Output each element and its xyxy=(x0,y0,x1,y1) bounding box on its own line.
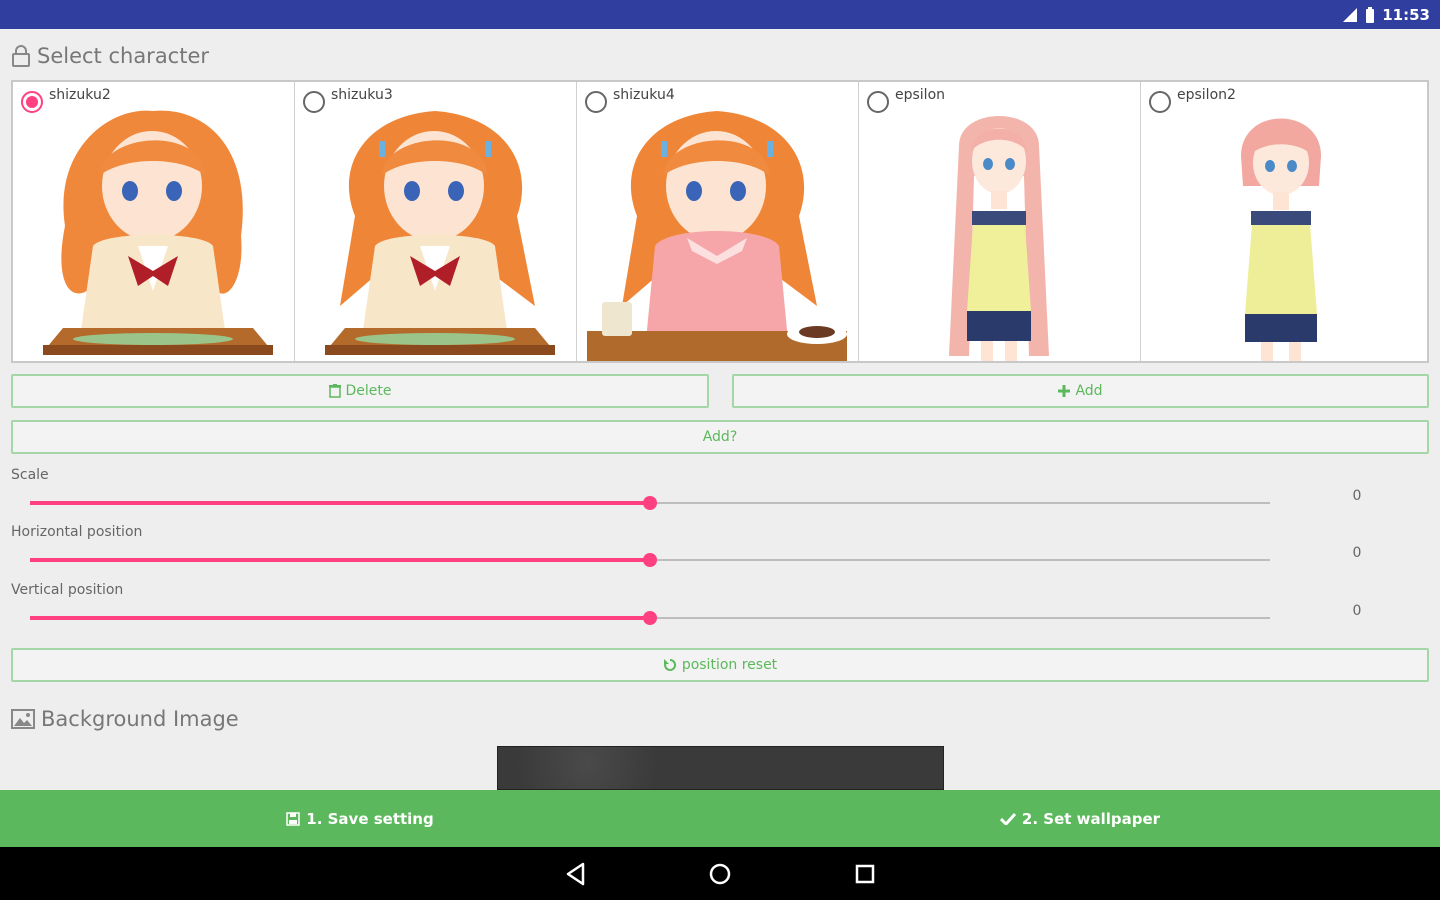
character-name: shizuku4 xyxy=(613,87,675,103)
reset-icon xyxy=(663,658,676,671)
character-epsilon-image xyxy=(949,116,1049,361)
add-help-label: Add? xyxy=(702,429,738,445)
character-name: shizuku2 xyxy=(49,87,111,103)
vertical-position-label: Vertical position xyxy=(11,582,124,598)
add-label: Add xyxy=(1075,383,1103,399)
back-icon[interactable] xyxy=(563,861,589,887)
slider-fill xyxy=(30,616,650,620)
character-shizuku4-image xyxy=(587,111,847,361)
add-help-button[interactable]: Add? xyxy=(11,420,1429,454)
position-reset-button[interactable]: position reset xyxy=(11,648,1429,682)
battery-icon xyxy=(1366,6,1375,23)
background-image-preview[interactable] xyxy=(497,746,944,790)
background-image-header: Background Image xyxy=(11,707,239,731)
slider-thumb[interactable] xyxy=(643,553,657,567)
trash-icon xyxy=(328,384,341,398)
status-time: 11:53 xyxy=(1382,6,1430,24)
slider-fill xyxy=(30,558,650,562)
recents-icon[interactable] xyxy=(852,861,878,887)
status-bar: 11:53 xyxy=(0,0,1440,29)
check-icon xyxy=(999,812,1016,825)
delete-label: Delete xyxy=(345,383,392,399)
slider-thumb[interactable] xyxy=(643,496,657,510)
scale-value: 0 xyxy=(1352,488,1362,504)
navigation-bar xyxy=(0,847,1440,900)
horizontal-position-value: 0 xyxy=(1352,545,1362,561)
vertical-position-slider[interactable] xyxy=(30,610,1270,626)
slider-fill xyxy=(30,501,650,505)
lock-icon xyxy=(12,45,30,67)
save-setting-button[interactable]: 1. Save setting xyxy=(0,790,720,847)
home-icon[interactable] xyxy=(707,861,733,887)
slider-thumb[interactable] xyxy=(643,611,657,625)
plus-icon xyxy=(1058,385,1071,397)
select-character-title: Select character xyxy=(37,44,210,68)
character-epsilon2-image xyxy=(1241,118,1321,361)
scale-slider[interactable] xyxy=(30,495,1270,511)
signal-icon xyxy=(1343,8,1358,22)
set-wallpaper-button[interactable]: 2. Set wallpaper xyxy=(720,790,1440,847)
character-shizuku2-image xyxy=(43,110,273,355)
character-list: shizuku2 shizuku3 shizuku4 epsilon epsil… xyxy=(11,80,1429,363)
character-card-shizuku2[interactable]: shizuku2 xyxy=(13,82,295,361)
character-name: epsilon xyxy=(895,87,946,103)
select-character-header: Select character xyxy=(11,44,209,68)
character-shizuku3-image xyxy=(325,111,555,355)
character-card-epsilon[interactable]: epsilon xyxy=(859,82,1141,361)
save-setting-label: 1. Save setting xyxy=(306,809,434,828)
character-name: shizuku3 xyxy=(331,87,393,103)
add-button[interactable]: Add xyxy=(732,374,1429,408)
bottom-action-bar: 1. Save setting 2. Set wallpaper xyxy=(0,790,1440,847)
character-card-epsilon2[interactable]: epsilon2 xyxy=(1141,82,1423,361)
delete-button[interactable]: Delete xyxy=(11,374,709,408)
image-icon xyxy=(11,709,35,729)
status-icons: 11:53 xyxy=(1342,5,1430,25)
position-reset-label: position reset xyxy=(681,657,778,673)
scale-label: Scale xyxy=(11,467,49,483)
character-card-shizuku3[interactable]: shizuku3 xyxy=(295,82,577,361)
save-icon xyxy=(286,811,301,826)
vertical-position-value: 0 xyxy=(1352,603,1362,619)
background-image-title: Background Image xyxy=(41,707,239,731)
set-wallpaper-label: 2. Set wallpaper xyxy=(1021,809,1161,828)
horizontal-position-label: Horizontal position xyxy=(11,524,143,540)
horizontal-position-slider[interactable] xyxy=(30,552,1270,568)
character-name: epsilon2 xyxy=(1177,87,1236,103)
character-card-shizuku4[interactable]: shizuku4 xyxy=(577,82,859,361)
